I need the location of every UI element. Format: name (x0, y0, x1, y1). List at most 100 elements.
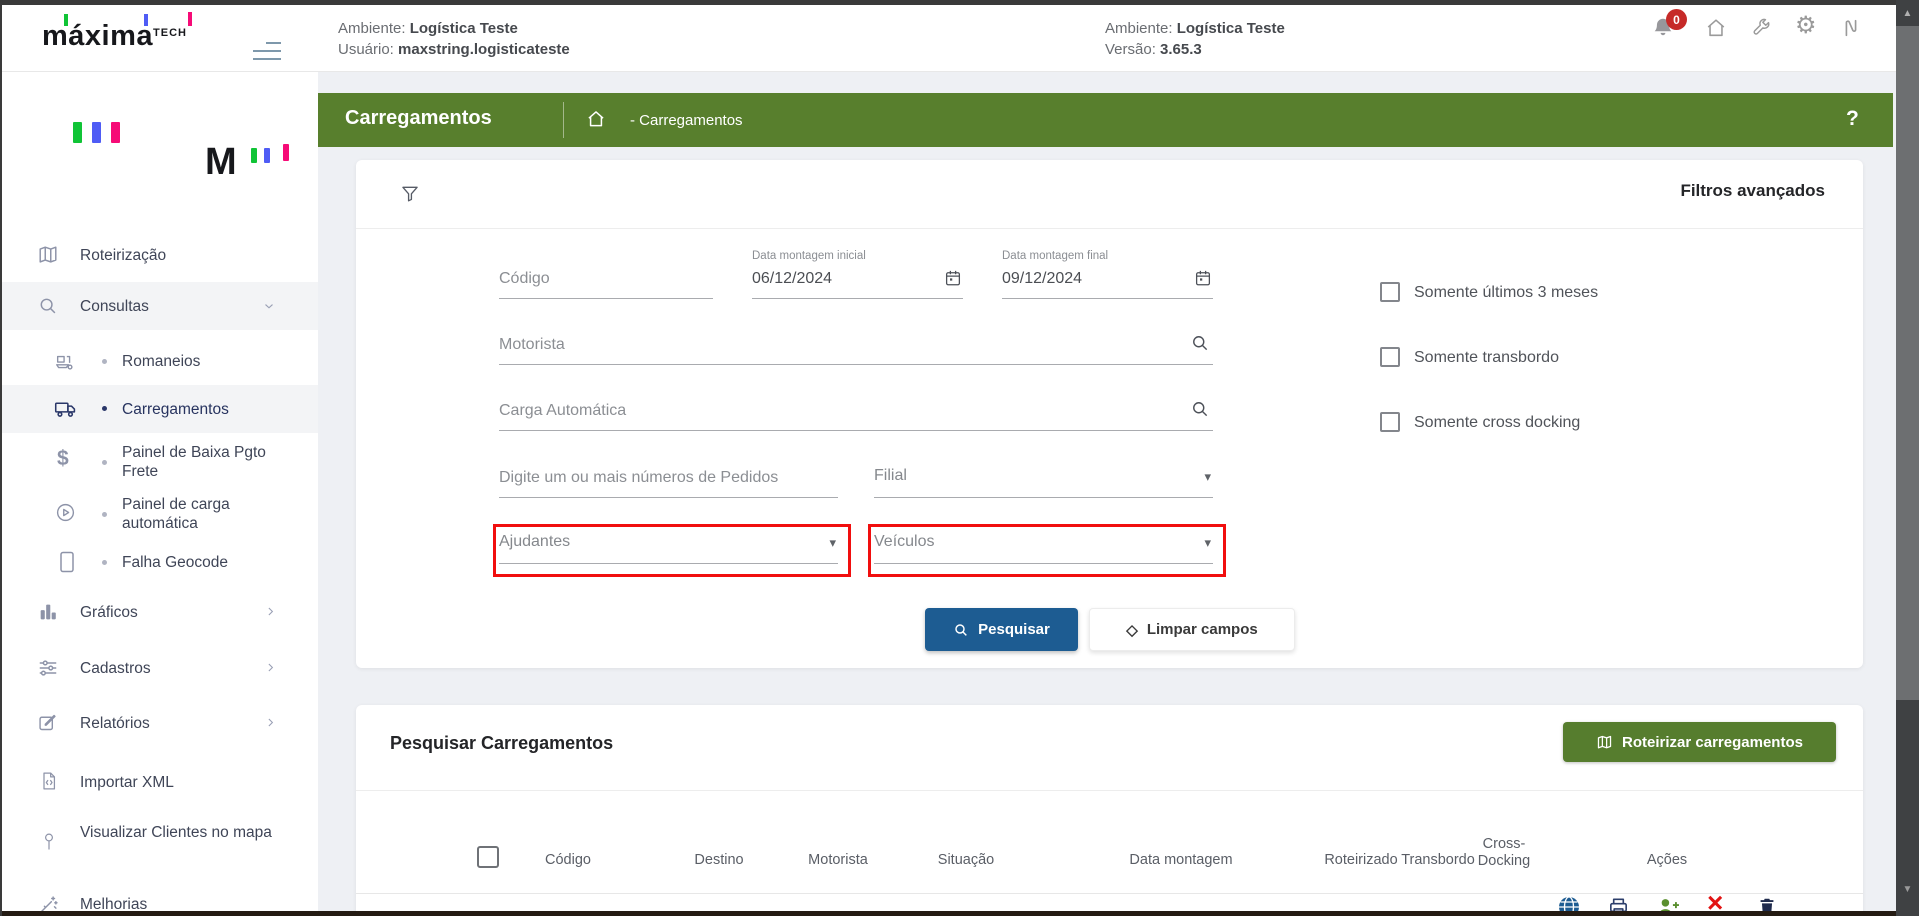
scrollbar-thumb[interactable] (1896, 26, 1919, 700)
chevron-down-icon (262, 299, 276, 313)
checkbox-ultimos-3-meses[interactable] (1380, 282, 1400, 302)
sidebar-item-label: Painel de Baixa Pgto Frete (122, 443, 287, 481)
breadcrumb: - Carregamentos (630, 112, 743, 129)
settings-gear-icon[interactable]: ⚙ (1795, 14, 1817, 38)
integration-n-icon[interactable] (1840, 17, 1862, 39)
data-final-label: Data montagem final (1002, 250, 1108, 262)
codigo-input[interactable] (499, 268, 713, 299)
motorista-input[interactable] (499, 334, 1213, 365)
checkbox-somente-transbordo[interactable] (1380, 347, 1400, 367)
scroll-up-arrow[interactable]: ▲ (1896, 8, 1919, 19)
scroll-down-arrow[interactable]: ▼ (1896, 884, 1919, 895)
sidebar-item-cadastros[interactable]: Cadastros (0, 646, 318, 691)
calendar-icon[interactable] (944, 269, 962, 287)
sidebar: M Roteirização Consultas Romaneios (0, 72, 318, 911)
data-final-input[interactable] (1002, 268, 1213, 299)
caret-down-icon: ▾ (829, 535, 836, 551)
logo-tick-green (64, 14, 68, 26)
veiculos-select-value: Veículos (874, 533, 934, 550)
page-title-bar: Carregamentos - Carregamentos ? (318, 93, 1893, 147)
data-inicial-input[interactable] (752, 268, 963, 299)
roteirizar-carregamentos-button[interactable]: Roteirizar carregamentos (1563, 722, 1836, 762)
roteirizar-button-label: Roteirizar carregamentos (1622, 734, 1803, 751)
usuario-label: Usuário: (338, 41, 394, 58)
sidebar-item-romaneios[interactable]: Romaneios (0, 338, 318, 385)
caret-down-icon: ▾ (1204, 535, 1211, 551)
window-bottom-edge (0, 911, 1919, 916)
calendar-icon[interactable] (1194, 269, 1212, 287)
brand-logo[interactable]: máximaTECH (42, 20, 187, 53)
truck-icon (54, 398, 77, 421)
window-top-edge (0, 0, 1919, 5)
sidebar-item-label: Carregamentos (122, 400, 229, 419)
sidebar-item-painel-carga[interactable]: Painel de carga automática (0, 488, 318, 540)
results-header-divider (356, 790, 1863, 791)
checkbox-cross-docking[interactable] (1380, 412, 1400, 432)
column-header-data-montagem: Data montagem (1129, 852, 1232, 868)
bullet (102, 406, 107, 411)
bar-chart-icon (37, 601, 59, 623)
checkbox-label: Somente últimos 3 meses (1414, 284, 1598, 302)
filial-select[interactable]: Filial ▾ (874, 467, 1213, 498)
bullet (102, 560, 107, 565)
column-header-roteirizado: Roteirizado (1324, 852, 1397, 868)
sidebar-item-roteirizacao[interactable]: Roteirização (0, 232, 318, 278)
ambiente-label: Ambiente: (338, 20, 406, 37)
sidebar-item-label: Cadastros (80, 659, 151, 678)
page-title: Carregamentos (345, 107, 492, 130)
pallet-jack-icon (54, 351, 76, 373)
sidebar-item-label: Falha Geocode (122, 553, 228, 572)
logo-bar-pink (111, 122, 120, 143)
sidebar-item-carregamentos[interactable]: Carregamentos (0, 385, 318, 433)
logo-tick-blue (144, 14, 148, 26)
ajudantes-select[interactable]: Ajudantes ▾ (499, 533, 838, 564)
limpar-campos-button[interactable]: ◇ Limpar campos (1089, 608, 1295, 651)
sidebar-item-visualizar-clientes[interactable]: Visualizar Clientes no mapa (0, 816, 318, 868)
bullet (102, 512, 107, 517)
app-header: máximaTECH Ambiente: Logística Teste Usu… (0, 5, 1896, 72)
data-inicial-label: Data montagem inicial (752, 250, 866, 262)
logo-m-bar-green (251, 148, 257, 163)
ambiente-label-2: Ambiente: (1105, 20, 1173, 37)
search-icon[interactable] (1190, 399, 1210, 419)
sidebar-item-painel-baixa[interactable]: $ Painel de Baixa Pgto Frete (0, 436, 318, 488)
veiculos-select[interactable]: Veículos ▾ (874, 533, 1213, 564)
logo-m: M (205, 144, 237, 180)
sidebar-item-consultas[interactable]: Consultas (0, 282, 318, 330)
ambiente-value-2: Logística Teste (1177, 20, 1285, 37)
logo-bar-green (73, 122, 82, 143)
magic-wand-icon (38, 893, 60, 911)
sidebar-item-graficos[interactable]: Gráficos (0, 590, 318, 635)
filter-funnel-icon[interactable] (400, 184, 420, 204)
search-icon[interactable] (1190, 333, 1210, 353)
sidebar-item-falha-geocode[interactable]: Falha Geocode (0, 540, 318, 585)
results-card: Pesquisar Carregamentos Roteirizar carre… (356, 705, 1863, 916)
help-button[interactable]: ? (1846, 107, 1859, 131)
window-left-edge (0, 0, 2, 916)
filters-header-divider (356, 228, 1863, 229)
mobile-icon (59, 551, 75, 573)
pesquisar-button[interactable]: Pesquisar (925, 608, 1078, 651)
chevron-right-icon (264, 605, 277, 618)
ambiente-value: Logística Teste (410, 20, 518, 37)
select-all-checkbox[interactable] (477, 846, 499, 868)
pesquisar-button-label: Pesquisar (978, 621, 1050, 638)
breadcrumb-home-icon[interactable] (586, 109, 606, 129)
tools-wrench-icon[interactable] (1750, 17, 1772, 39)
carga-automatica-input[interactable] (499, 400, 1213, 431)
search-icon (953, 622, 969, 638)
sidebar-item-label: Gráficos (80, 603, 138, 622)
sidebar-item-label: Roteirização (80, 246, 166, 265)
home-icon[interactable] (1705, 17, 1727, 39)
sidebar-item-label: Painel de carga automática (122, 495, 287, 533)
sidebar-item-importar-xml[interactable]: Importar XML (0, 760, 318, 805)
dollar-icon: $ (57, 448, 69, 470)
sidebar-item-melhorias[interactable]: Melhorias (0, 881, 318, 911)
pedidos-input[interactable] (499, 467, 838, 498)
menu-toggle-icon[interactable] (253, 42, 281, 62)
sliders-icon (37, 657, 59, 679)
sidebar-item-relatorios[interactable]: Relatórios (0, 701, 318, 746)
sidebar-item-label: Consultas (80, 297, 149, 316)
logo-m-bar-pink (283, 144, 289, 161)
column-header-destino: Destino (694, 852, 743, 868)
